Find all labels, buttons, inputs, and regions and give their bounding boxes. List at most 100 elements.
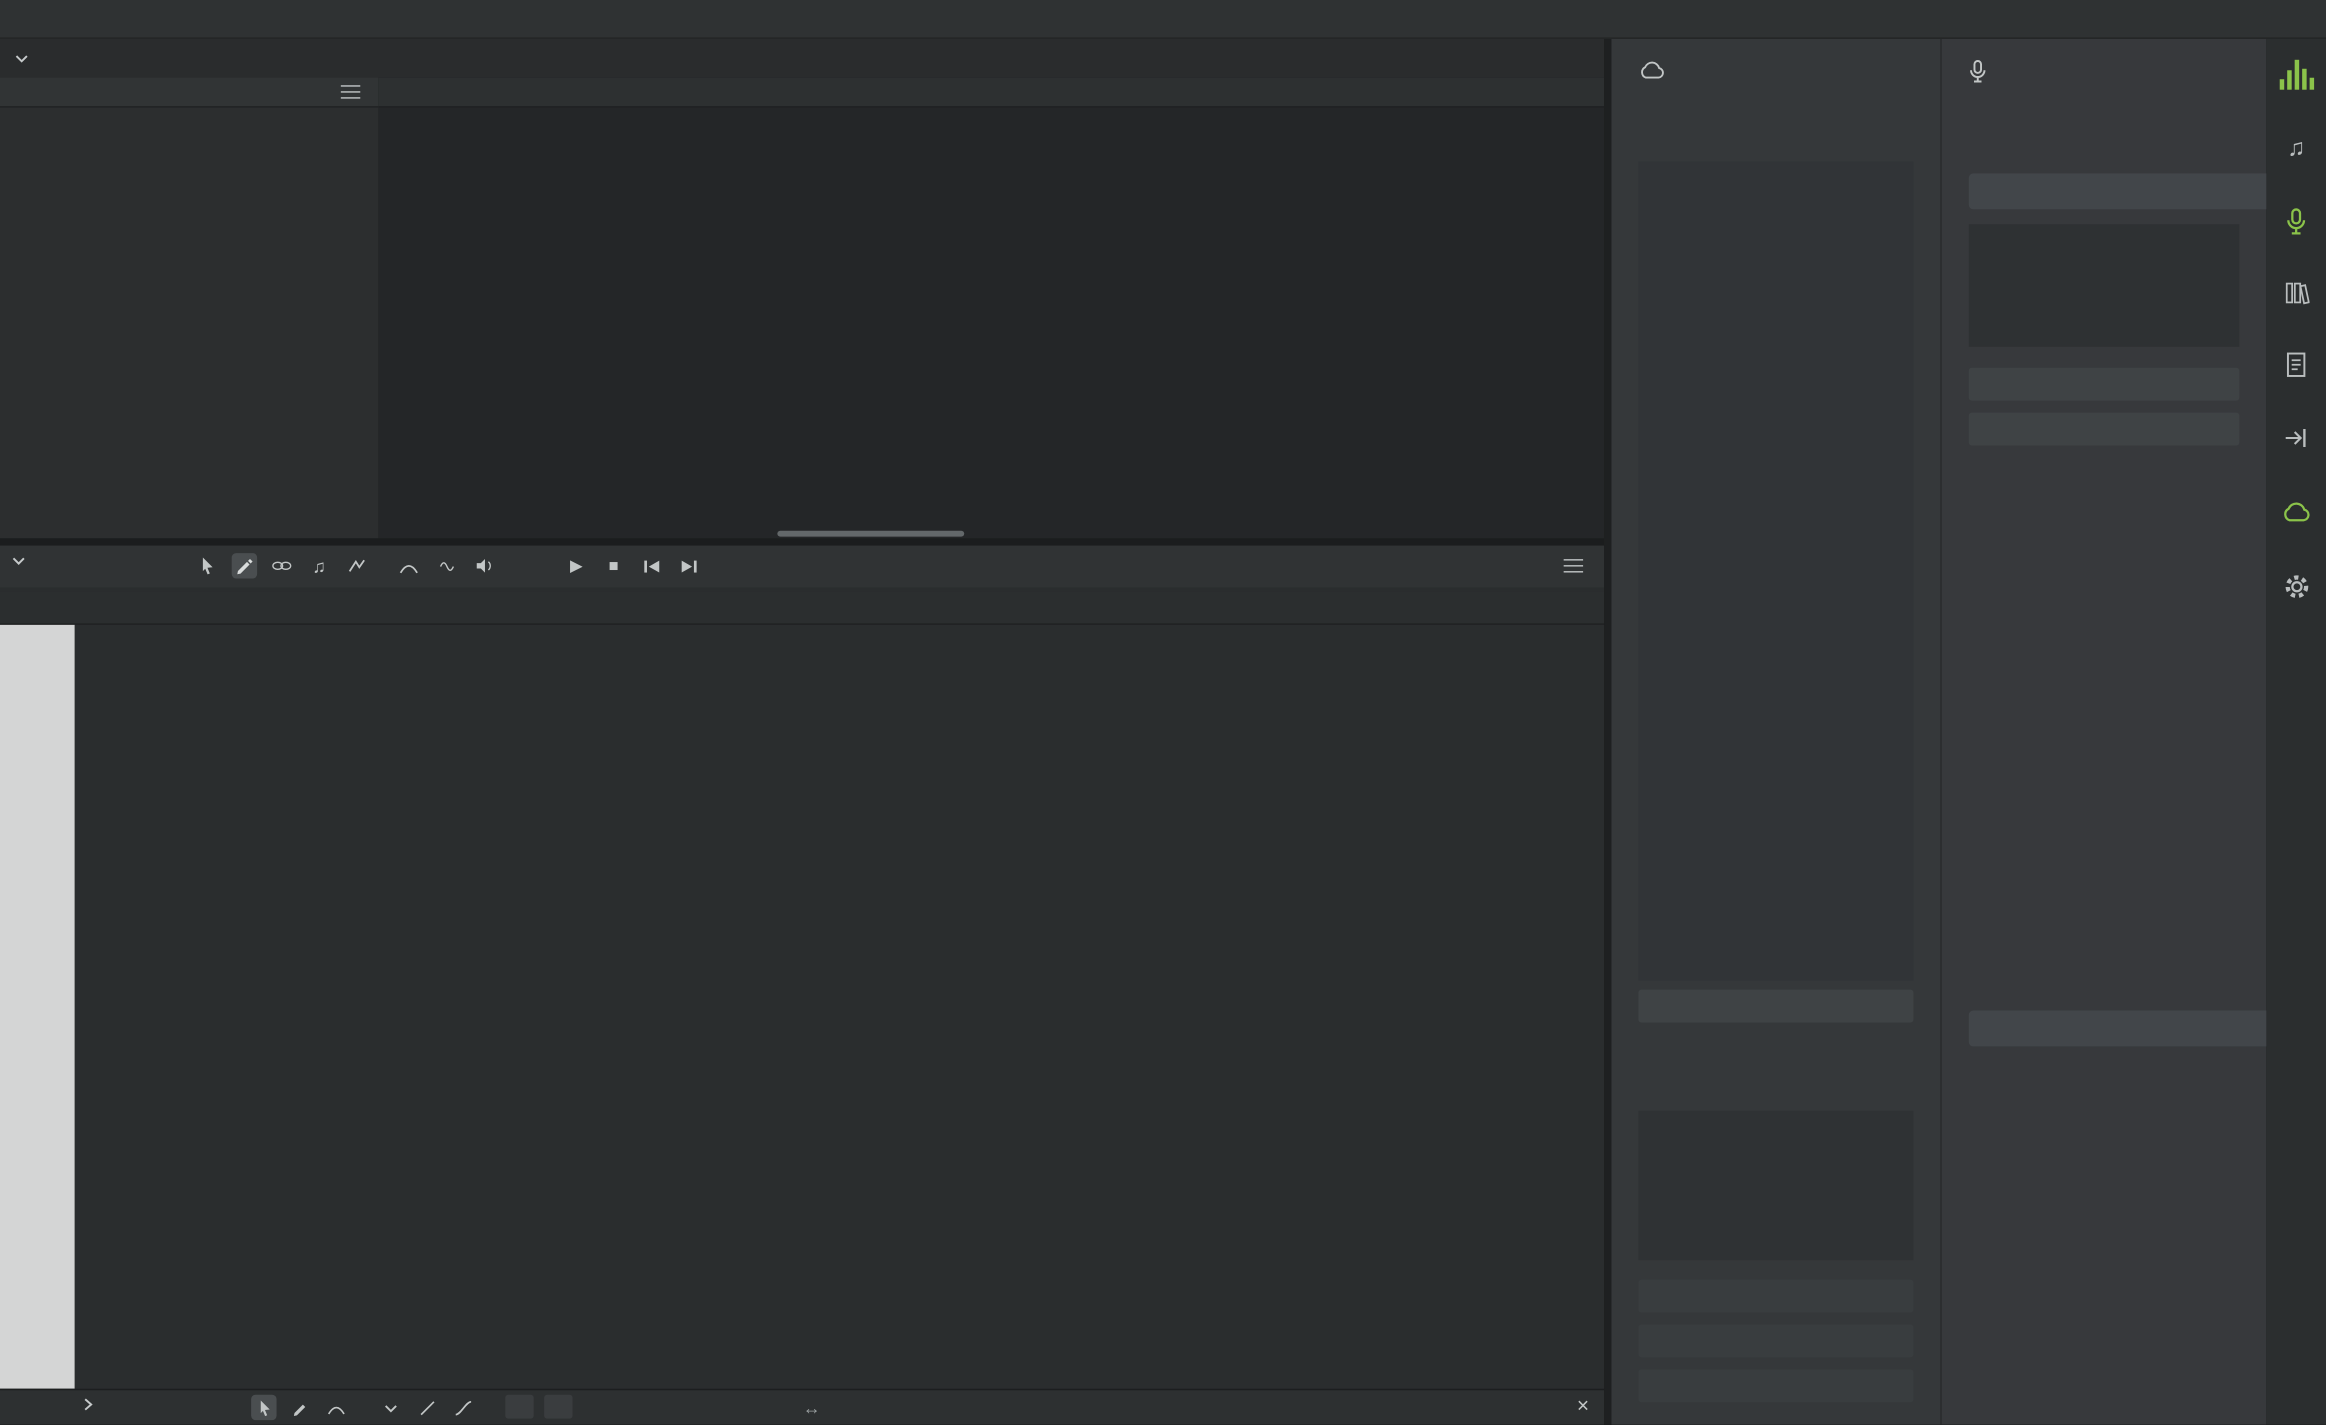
document-panel-button[interactable] [2278,347,2314,383]
update-button[interactable] [1638,1280,1913,1313]
chevron-down-icon [384,1403,397,1412]
stop-icon: ■ [609,557,619,575]
arrangement-area[interactable] [378,78,1604,538]
track-section [0,39,1604,538]
line-icon [418,1398,436,1416]
menubar [0,0,2326,39]
speaker-tool-button[interactable] [471,553,496,578]
edit-tool-group: ♫ [194,553,369,578]
voice-db-info [1969,224,2240,347]
settings-button[interactable] [2278,568,2314,604]
track-section-titlebar[interactable] [0,39,1604,78]
phoneme-tool-button[interactable] [508,553,533,578]
spline-icon [327,1398,345,1416]
cloud-icon [1638,60,1665,79]
polyline-tool-button[interactable] [344,553,369,578]
skip-back-icon [642,558,660,573]
stop-button[interactable]: ■ [601,553,626,578]
piano-roll-section: ♫ ▶ ■ [0,546,1604,1389]
curve-icon [454,1398,472,1416]
pencil-icon [291,1398,309,1416]
close-icon[interactable]: × [1577,1393,1589,1417]
side-icon-rail: ♫ [2266,39,2326,1425]
track-list [0,78,378,538]
skip-back-button[interactable] [638,553,663,578]
wave-tool-button[interactable] [434,553,459,578]
chevron-right-icon [84,1398,93,1411]
gear-icon [2282,572,2310,600]
notes-panel-button[interactable]: ♫ [2278,132,2314,168]
zoom-out-button[interactable] [505,1395,533,1419]
param-curve-mode-button[interactable] [450,1395,475,1420]
microphone-icon [2286,207,2307,235]
view-tool-group [396,553,534,578]
notes-tool-button[interactable]: ♫ [306,553,331,578]
param-pointer-tool-button[interactable] [251,1395,276,1420]
param-tool-group [251,1395,348,1420]
cloud-icon [2281,501,2311,522]
reset-button[interactable] [1969,413,2240,446]
render-export-icon [2283,426,2310,450]
curve-tool-button[interactable] [396,553,421,578]
swap-arrows-icon[interactable]: ↔ [803,1398,821,1419]
wave-icon [436,558,457,573]
pointer-tool-button[interactable] [194,553,219,578]
zoom-group [505,1395,572,1419]
microphone-icon [1969,60,1987,84]
pencil-icon [235,556,254,575]
library-panel-button[interactable] [2278,275,2314,311]
voice-panel-button[interactable] [2278,203,2314,239]
vertical-scrollbar-track[interactable] [1604,39,1611,1425]
status-box [1638,1111,1913,1260]
installed-list [1638,161,1913,980]
pencil-tool-button[interactable] [232,553,257,578]
track-menu-icon[interactable] [341,85,360,98]
app-logo-icon [2278,57,2314,93]
piano-roll-menu-icon[interactable] [1564,559,1583,572]
arrangement-canvas[interactable] [378,108,1604,539]
arrangement-ruler[interactable] [378,78,1604,108]
link-tool-button[interactable] [269,553,294,578]
chevron-down-icon [15,54,28,63]
activate-button[interactable] [1638,1324,1913,1357]
piano-roll-canvas[interactable] [75,625,1604,1389]
uninstall-button[interactable] [1638,1369,1913,1402]
parameter-panel-bar: ↔ × [0,1389,1604,1425]
pointer-icon [255,1398,273,1416]
license-panel-header [1638,60,1913,79]
piano-roll-titlebar[interactable] [12,556,37,565]
param-line-mode-button[interactable] [414,1395,439,1420]
parameter-panel-titlebar[interactable] [84,1398,105,1411]
speaker-icon [474,558,493,574]
app-window: ♫ ▶ ■ [0,0,2326,1425]
param-spline-tool-button[interactable] [323,1395,348,1420]
render-panel-button[interactable] [2278,420,2314,456]
piano-keys[interactable] [0,625,75,1389]
chevron-down-icon [12,556,25,565]
zoom-in-button[interactable] [544,1395,572,1419]
param-shape-group [378,1395,475,1420]
piano-roll-ruler[interactable] [0,592,1604,625]
preset-button[interactable] [1969,368,2240,401]
play-button[interactable]: ▶ [564,553,589,578]
skip-forward-button[interactable] [676,553,701,578]
voice-panel [1940,39,2266,1425]
link-icon [271,559,293,572]
license-panel-button[interactable] [2278,493,2314,529]
play-icon: ▶ [570,556,583,575]
voice-panel-header [1969,60,2240,84]
curve-icon [399,557,418,575]
param-pencil-tool-button[interactable] [287,1395,312,1420]
voice-db-select[interactable] [1969,173,2293,209]
document-icon [2284,351,2308,378]
piano-roll-toolbar: ♫ ▶ ■ [0,546,1604,588]
render-mode-select[interactable] [1969,1011,2293,1047]
param-dropdown-button[interactable] [378,1395,403,1420]
transport-group: ▶ ■ [564,553,702,578]
arrangement-h-scrollbar[interactable] [777,531,964,537]
notes-icon: ♫ [312,555,325,576]
music-note-icon: ♫ [2287,136,2305,163]
license-panel [1612,39,1941,1425]
library-icon [2283,280,2310,307]
check-updates-button[interactable] [1638,990,1913,1023]
